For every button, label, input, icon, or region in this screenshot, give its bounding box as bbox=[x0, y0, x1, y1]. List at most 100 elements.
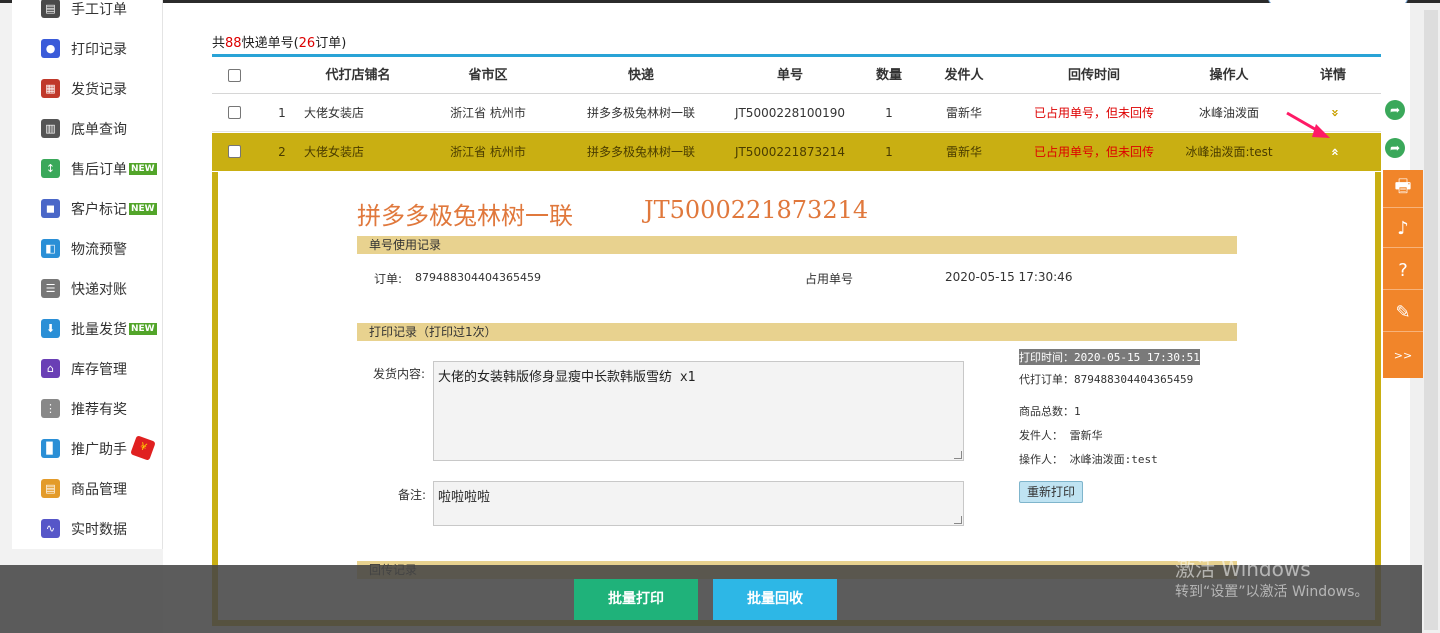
collapse-chevron-icon[interactable]: « bbox=[1314, 148, 1352, 156]
order-label: 订单: bbox=[374, 272, 403, 286]
sidebar-item[interactable]: ↕ 售后订单 NEW bbox=[12, 157, 163, 181]
sidebar-item-label: 打印记录 bbox=[71, 42, 127, 58]
windows-watermark-title: 激活 Windows bbox=[1175, 557, 1311, 581]
th-operator: 操作人 bbox=[1209, 68, 1249, 83]
batch-ship-icon: ⬇ bbox=[41, 319, 60, 338]
row-checkbox[interactable] bbox=[228, 106, 241, 119]
ship-record-icon: ▦ bbox=[41, 79, 60, 98]
resize-grip-icon[interactable] bbox=[954, 516, 962, 524]
sidebar-item[interactable]: ● 打印记录 bbox=[12, 37, 163, 61]
reconcile-icon: ☰ bbox=[41, 279, 60, 298]
sidebar-item[interactable]: ◧ 物流预警 bbox=[12, 237, 163, 261]
table-row[interactable]: 1 大佬女装店 浙江省 杭州市 拼多多极兔林树一联 JT500022810019… bbox=[212, 94, 1381, 132]
sidebar-item-label: 批量发货 bbox=[71, 322, 127, 338]
table-header: 代打店铺名 省市区 快递 单号 数量 发件人 回传时间 操作人 详情 bbox=[212, 57, 1381, 94]
logistics-alert-icon: ◧ bbox=[41, 239, 60, 258]
sidebar-item-label: 商品管理 bbox=[71, 482, 127, 498]
sidebar-item-label: 实时数据 bbox=[71, 522, 127, 538]
row-region: 浙江省 杭州市 bbox=[450, 106, 526, 120]
order-value: 879488304404365459 bbox=[415, 271, 541, 284]
sidebar-item[interactable]: ▦ 发货记录 bbox=[12, 77, 163, 101]
th-region: 省市区 bbox=[468, 68, 508, 83]
sidebar-item[interactable]: ⌂ 库存管理 bbox=[12, 357, 163, 381]
sidebar-item[interactable]: ⋮ 推荐有奖 bbox=[12, 397, 163, 421]
print-section-bar: 打印记录（打印过1次） bbox=[357, 323, 1237, 341]
promo-icon: ▊ bbox=[41, 439, 60, 458]
th-qty: 数量 bbox=[875, 68, 903, 83]
row-tracking: JT5000228100190 bbox=[734, 106, 846, 120]
new-badge: NEW bbox=[129, 203, 157, 215]
row-qty: 1 bbox=[885, 145, 893, 159]
detail-express-title: 拼多多极兔林树一联 bbox=[357, 202, 573, 230]
summary-total: 88 bbox=[225, 36, 242, 51]
sidebar-item-label: 快递对账 bbox=[71, 282, 127, 298]
th-return-time: 回传时间 bbox=[1067, 68, 1121, 83]
th-sender: 发件人 bbox=[944, 68, 984, 83]
row-index: 1 bbox=[278, 106, 286, 120]
inventory-icon: ⌂ bbox=[41, 359, 60, 378]
sidebar-item-label: 物流预警 bbox=[71, 242, 127, 258]
referral-icon: ⋮ bbox=[41, 399, 60, 418]
row-sender: 雷新华 bbox=[945, 106, 983, 120]
page-scrollbar[interactable] bbox=[1424, 10, 1438, 630]
occupy-label: 占用单号 bbox=[805, 272, 854, 286]
row-checkbox[interactable] bbox=[228, 145, 241, 158]
summary-prefix: 共 bbox=[212, 36, 226, 51]
remark-label: 备注: bbox=[398, 488, 427, 502]
goods-total: 商品总数：1 bbox=[1019, 405, 1081, 418]
red-envelope-icon[interactable]: ¥ bbox=[130, 435, 156, 461]
sidebar-item[interactable]: ⬇ 批量发货 NEW bbox=[12, 317, 163, 341]
sidebar-item-label: 售后订单 bbox=[71, 162, 127, 178]
sidebar-item[interactable]: ▊ 推广助手 ¥ bbox=[12, 435, 163, 461]
reprint-button[interactable]: 重新打印 bbox=[1019, 481, 1083, 503]
realtime-data-icon: ∿ bbox=[41, 519, 60, 538]
manual-order-icon: ▤ bbox=[41, 0, 60, 18]
table-row-selected[interactable]: 2 大佬女装店 浙江省 杭州市 拼多多极兔林树一联 JT500022187321… bbox=[212, 133, 1381, 171]
edit-note-icon[interactable]: ✎ bbox=[1383, 294, 1423, 332]
sidebar-item-label: 库存管理 bbox=[71, 362, 127, 378]
expand-toolbar-button[interactable]: >> bbox=[1383, 336, 1423, 374]
printer-icon[interactable]: 🖶 bbox=[1383, 170, 1423, 208]
product-icon: ▤ bbox=[41, 479, 60, 498]
detail-sender: 发件人： 雷新华 bbox=[1019, 429, 1103, 442]
resize-grip-icon[interactable] bbox=[954, 451, 962, 459]
forward-arrow-icon[interactable]: ➦ bbox=[1385, 100, 1405, 120]
sidebar-item[interactable]: ☰ 快递对账 bbox=[12, 277, 163, 301]
row-status: 已占用单号，但未回传 bbox=[1033, 145, 1155, 159]
row-shop: 大佬女装店 bbox=[304, 145, 365, 159]
select-all-checkbox[interactable] bbox=[228, 69, 241, 82]
red-arrow-pointer-icon bbox=[1286, 111, 1330, 138]
floating-toolbar: 🖶 ♪ ? ✎ >> bbox=[1383, 170, 1423, 378]
th-detail: 详情 bbox=[1319, 68, 1347, 83]
detail-operator: 操作人： 冰峰油泼面:test bbox=[1019, 453, 1158, 466]
remark-textarea[interactable]: 啦啦啦啦 bbox=[433, 481, 964, 526]
content-label: 发货内容: bbox=[373, 367, 426, 381]
sidebar-item[interactable]: ▥ 底单查询 bbox=[12, 117, 163, 141]
sidebar-item[interactable]: ∿ 实时数据 bbox=[12, 517, 163, 541]
sidebar-item[interactable]: ▤ 手工订单 bbox=[12, 0, 163, 21]
barcode-icon: ▥ bbox=[41, 119, 60, 138]
new-badge: NEW bbox=[129, 323, 157, 335]
sidebar-item[interactable]: ◼ 客户标记 NEW bbox=[12, 197, 163, 221]
row-sender: 雷新华 bbox=[945, 145, 983, 159]
row-express: 拼多多极兔林树一联 bbox=[586, 106, 696, 120]
sidebar-item[interactable]: ▤ 商品管理 bbox=[12, 477, 163, 501]
row-index: 2 bbox=[278, 145, 286, 159]
print-record-icon: ● bbox=[41, 39, 60, 58]
help-icon[interactable]: ? bbox=[1383, 252, 1423, 290]
row-operator: 冰峰油泼面:test bbox=[1185, 145, 1273, 159]
sidebar-item-label: 推广助手 bbox=[71, 442, 127, 458]
bell-icon[interactable]: ♪ bbox=[1383, 210, 1423, 248]
row-tracking: JT5000221873214 bbox=[734, 145, 846, 159]
row-region: 浙江省 杭州市 bbox=[450, 145, 526, 159]
sidebar-item-label: 手工订单 bbox=[71, 2, 127, 18]
sidebar-item-label: 发货记录 bbox=[71, 82, 127, 98]
batch-print-button[interactable]: 批量打印 bbox=[574, 579, 698, 620]
remark-value: 啦啦啦啦 bbox=[438, 490, 491, 505]
row-shop: 大佬女装店 bbox=[304, 106, 365, 120]
customer-mark-icon: ◼ bbox=[41, 199, 60, 218]
forward-arrow-icon[interactable]: ➦ bbox=[1385, 138, 1405, 158]
after-sale-icon: ↕ bbox=[41, 159, 60, 178]
content-textarea[interactable]: 大佬的女装韩版修身显瘦中长款韩版雪纺 x1 bbox=[433, 361, 964, 461]
batch-recycle-button[interactable]: 批量回收 bbox=[713, 579, 837, 620]
